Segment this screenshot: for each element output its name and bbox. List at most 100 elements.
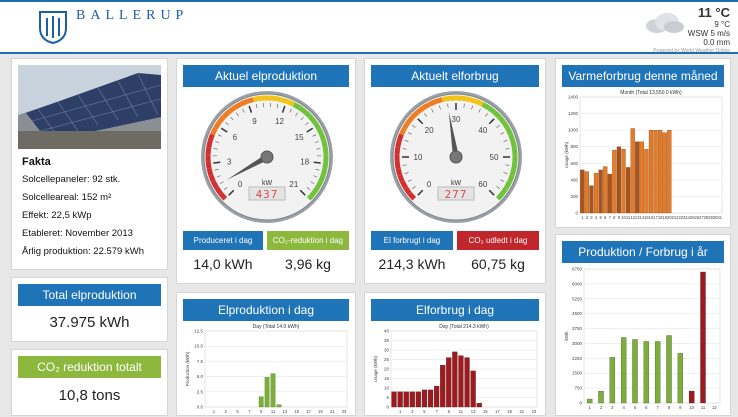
production-day-chart-ytick: 2.5 <box>197 389 204 394</box>
brand-name[interactable]: BALLERUP <box>76 8 188 24</box>
year-chart-bar <box>621 337 626 403</box>
consumption-gauge-band <box>423 104 429 108</box>
production-gauge-band <box>208 148 209 155</box>
weather-temperature: 11 °C <box>653 6 730 20</box>
co2-total-panel: CO₂ reduktion totalt 10,8 tons <box>11 349 168 416</box>
production-gauge-band <box>322 134 324 141</box>
heat-chart-ytick: 1400 <box>568 95 579 100</box>
consumption-day-chart-title: Day (Total 214.3 kWh) <box>439 324 489 330</box>
production-day-chart-xtick: 21 <box>330 409 335 414</box>
fact-effect: Effekt: 22,5 kWp <box>22 207 161 225</box>
heat-chart-title: Month (Total 13,550.0 kWh) <box>620 90 682 96</box>
production-gauge-band <box>321 175 324 181</box>
production-gauge-tick-label: 9 <box>252 117 257 126</box>
production-day-chart-ytick: 10.0 <box>194 344 203 349</box>
year-chart-bar <box>678 353 683 403</box>
heat-chart-bar <box>644 149 648 213</box>
heat-chart-ytick: 400 <box>570 177 578 182</box>
consumption-day-chart-xtick: 17 <box>495 409 500 414</box>
heat-chart-xtick: 8 <box>613 215 616 220</box>
solar-roof-photo <box>18 65 161 149</box>
year-chart-xtick: 7 <box>656 405 659 410</box>
production-gauge-band <box>310 117 314 122</box>
year-chart-xtick: 5 <box>634 405 637 410</box>
production-gauge: 036912151821kW437 <box>183 89 351 229</box>
year-chart-bar <box>655 341 660 403</box>
consumption-gauge-band <box>510 175 513 181</box>
weather-feels: 9 °C <box>653 20 730 29</box>
consumption-gauge-band <box>397 162 398 169</box>
production-day-title: Elproduktion i dag <box>183 299 349 321</box>
production-gauge-major-tick <box>314 162 321 163</box>
heat-chart-bar <box>599 170 603 213</box>
total-production-value: 37.975 kWh <box>12 314 167 331</box>
production-gauge-tick-label: 12 <box>275 117 284 126</box>
consumption-gauge-band <box>401 128 404 134</box>
year-chart-xtick: 8 <box>668 405 671 410</box>
production-gauge-band <box>240 102 246 105</box>
production-gauge-band <box>300 108 306 112</box>
year-title: Produktion / Forbrug i år <box>562 241 724 263</box>
production-day-chart-ytick: 12.5 <box>194 329 203 334</box>
header-accent-line <box>0 0 738 2</box>
year-chart-ytick: 3750 <box>572 326 583 331</box>
production-day-chart-xtick: 1 <box>213 409 216 414</box>
production-gauge-band <box>325 148 326 155</box>
consumption-day-chart-ytick: 25 <box>384 357 390 362</box>
total-production-panel: Total elproduktion 37.975 kWh <box>11 277 168 342</box>
co2-today-value: 3,96 kg <box>267 250 349 279</box>
consumption-gauge-band <box>429 102 435 105</box>
production-gauge-panel: Aktuel elproduktion 036912151821kW437 Pr… <box>176 58 356 284</box>
production-gauge-band <box>318 128 321 134</box>
consumption-day-chart-bar <box>477 403 482 407</box>
heat-chart-bar <box>580 170 584 213</box>
production-day-chart-xtick: 13 <box>283 409 288 414</box>
heat-chart-ytick: 1000 <box>568 128 579 133</box>
consumption-gauge-band <box>470 100 477 102</box>
consumption-day-chart-bar <box>465 358 470 407</box>
consumption-day-chart-bar <box>440 365 445 407</box>
consumption-gauge-band <box>504 122 508 128</box>
consumption-gauge-tick-label: 30 <box>452 115 461 124</box>
consumption-day-chart-xtick: 13 <box>471 409 476 414</box>
year-chart-xtick: 9 <box>679 405 682 410</box>
year-chart-xtick: 6 <box>645 405 648 410</box>
year-chart-ytick: 2250 <box>572 356 583 361</box>
production-day-chart-xtick: 9 <box>260 409 263 414</box>
production-gauge-band <box>212 128 215 134</box>
production-day-chart-ylabel: Production (kWh) <box>185 351 190 386</box>
heat-chart-bar <box>663 133 667 213</box>
production-gauge-band <box>216 122 220 128</box>
production-gauge-major-tick <box>213 162 220 163</box>
year-chart-ytick: 1500 <box>572 371 583 376</box>
production-gauge-band <box>253 98 260 99</box>
consumption-day-panel: Elforbrug i dag Day (Total 214.3 kWh)051… <box>364 292 546 416</box>
consumption-day-chart-xtick: 15 <box>483 409 488 414</box>
production-day-chart-xtick: 17 <box>306 409 311 414</box>
consumption-gauge-band <box>463 98 470 99</box>
ballerup-crest-icon[interactable] <box>38 10 68 44</box>
consumption-day-chart-ytick: 0 <box>386 405 389 410</box>
consumption-day-chart-bar <box>416 392 421 407</box>
production-day-chart-xtick: 11 <box>271 409 276 414</box>
consumption-day-chart-xtick: 21 <box>519 409 524 414</box>
co2-total-value: 10,8 tons <box>12 387 167 404</box>
production-day-chart-title: Day (Total 14.0 kWh) <box>253 324 300 330</box>
heat-chart-bar <box>590 186 594 213</box>
year-chart-bar <box>632 339 637 403</box>
year-panel: Produktion / Forbrug i år 07501500225030… <box>555 234 731 416</box>
production-gauge-band <box>281 100 288 102</box>
production-day-chart-bar <box>277 405 281 407</box>
consumption-gauge-band <box>514 162 515 169</box>
year-chart-ytick: 6750 <box>572 267 583 272</box>
fact-panels: Solcellepaneler: 92 stk. <box>22 171 161 189</box>
production-gauge-band <box>315 122 319 128</box>
production-gauge-band <box>209 169 211 176</box>
production-gauge-tick-label: 18 <box>300 157 309 166</box>
year-chart-xtick: 4 <box>622 405 625 410</box>
consumption-gauge-band <box>506 182 509 188</box>
year-chart-bar <box>700 272 705 403</box>
heat-chart-bar <box>640 142 644 213</box>
production-day-chart-xtick: 5 <box>236 409 239 414</box>
year-chart-xtick: 10 <box>689 405 694 410</box>
